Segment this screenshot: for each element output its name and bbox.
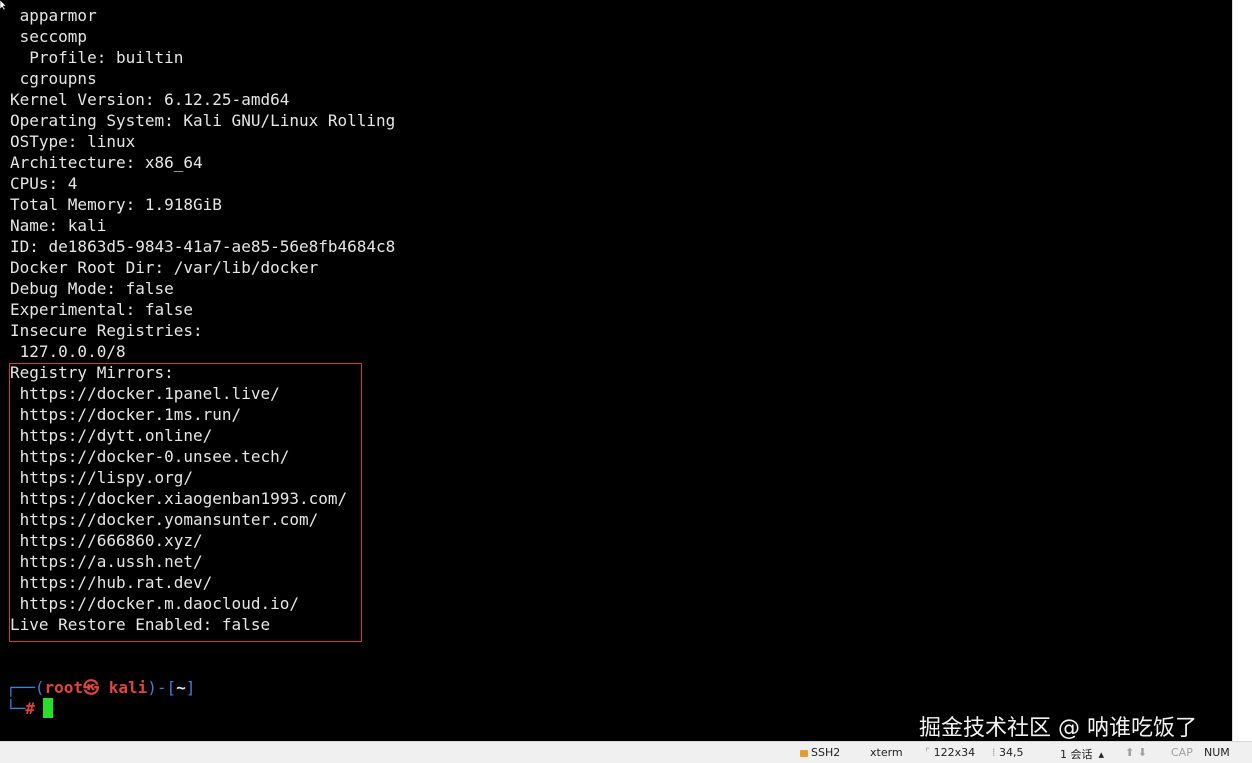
cursor-position: ⁞ 34,5 — [992, 746, 1024, 759]
protocol-indicator: SSH2 — [800, 746, 840, 759]
caps-lock-indicator: CAP — [1171, 746, 1193, 759]
position-icon: ⁞ — [992, 746, 999, 759]
watermark-text: 掘金技术社区 @ 呐谁吃饭了 — [919, 716, 1197, 741]
terminal-line: cgroupns — [10, 69, 97, 88]
terminal-line: Total Memory: 1.918GiB — [10, 195, 222, 214]
session-count[interactable]: 1 会话 ▴ — [1060, 746, 1104, 762]
terminal-line: CPUs: 4 — [10, 174, 78, 193]
scroll-arrows-icon[interactable]: ⬆ ⬇ — [1125, 746, 1147, 759]
terminal-line: Insecure Registries: — [10, 321, 203, 340]
terminal-window[interactable]: apparmor seccomp Profile: builtin cgroup… — [0, 0, 1232, 741]
terminal-line: Name: kali — [10, 216, 107, 235]
resize-icon: ⌜ — [925, 746, 934, 759]
terminal-line: Operating System: Kali GNU/Linux Rolling — [10, 111, 396, 130]
terminal-type: xterm — [870, 746, 903, 759]
terminal-line: Architecture: x86_64 — [10, 153, 203, 172]
session-up-arrow-icon: ▴ — [1098, 748, 1105, 761]
terminal-line: Debug Mode: false — [10, 279, 174, 298]
shell-prompt-line-2[interactable]: └─# — [6, 698, 53, 719]
terminal-line: 127.0.0.0/8 — [10, 342, 126, 361]
vertical-scrollbar[interactable] — [1232, 0, 1252, 741]
registry-mirrors-highlight — [9, 363, 362, 642]
terminal-line: OSType: linux — [10, 132, 136, 151]
terminal-line: ID: de1863d5-9843-41a7-ae85-56e8fb4684c8 — [10, 237, 396, 256]
terminal-line: Experimental: false — [10, 300, 194, 319]
text-cursor — [42, 698, 53, 718]
terminal-line: apparmor — [10, 6, 97, 25]
terminal-size: ⌜ 122x34 — [925, 746, 976, 759]
terminal-line: seccomp — [10, 27, 88, 46]
mouse-pointer-icon — [0, 0, 6, 10]
lock-icon — [800, 749, 808, 757]
num-lock-indicator: NUM — [1204, 746, 1230, 759]
terminal-line: Docker Root Dir: /var/lib/docker — [10, 258, 319, 277]
status-bar: SSH2 xterm ⌜ 122x34 ⁞ 34,5 1 会话 ▴ ⬆ ⬇ CAP… — [0, 741, 1252, 763]
terminal-line: Profile: builtin — [10, 48, 184, 67]
shell-prompt-line-1: ┌──(root㉿ kali)-[~] — [6, 678, 196, 697]
terminal-line: Kernel Version: 6.12.25-amd64 — [10, 90, 290, 109]
